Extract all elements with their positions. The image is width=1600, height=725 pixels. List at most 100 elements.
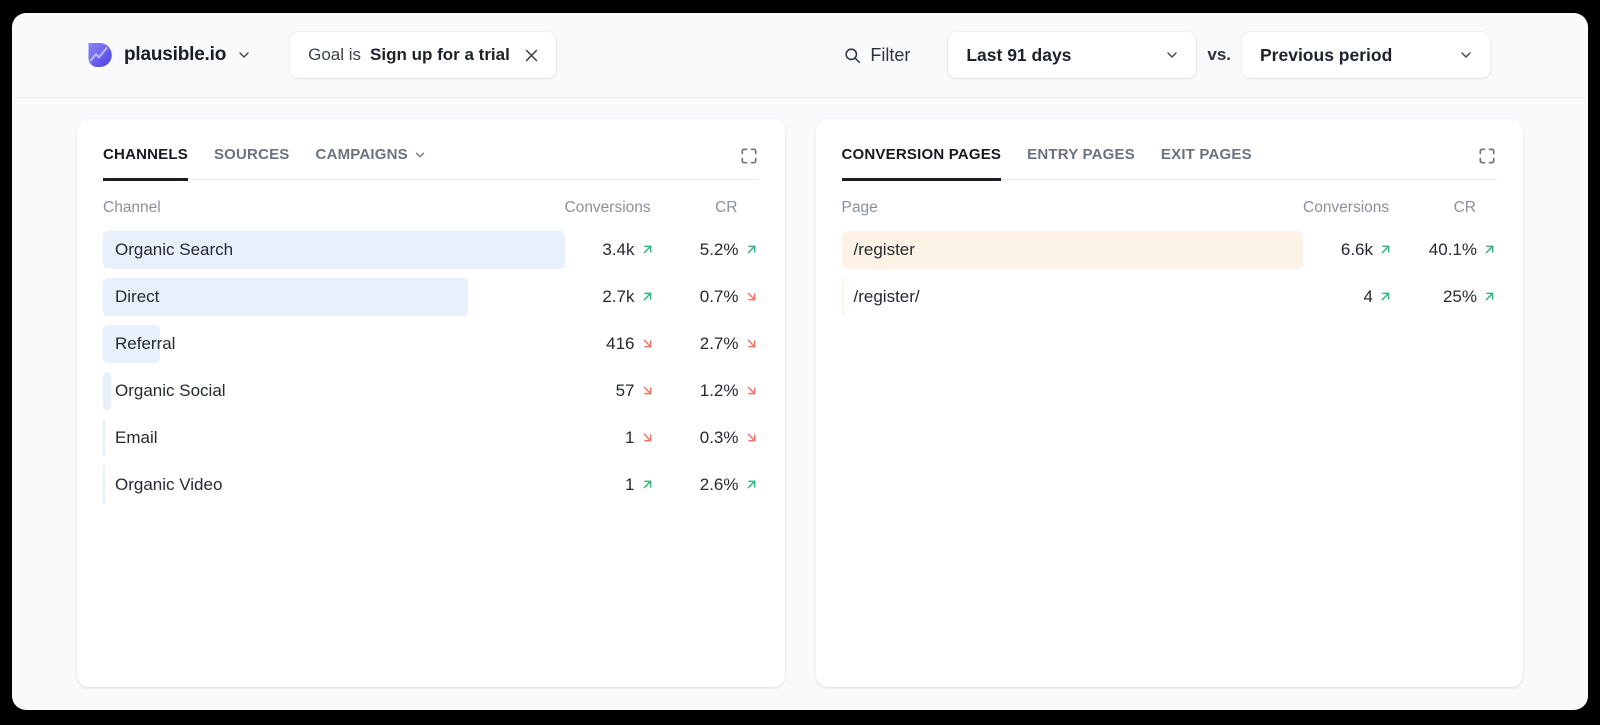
tab-label: CHANNELS <box>103 146 188 163</box>
cr-value-cell: 40.1% <box>1393 240 1497 260</box>
expand-icon <box>1477 146 1497 166</box>
tab-label: EXIT PAGES <box>1161 146 1252 163</box>
expand-button[interactable] <box>739 146 759 166</box>
chevron-down-icon <box>236 47 252 63</box>
row-name-cell: Organic Social <box>103 372 565 410</box>
site-name: plausible.io <box>124 44 226 66</box>
conversions-value: 1 <box>625 428 634 448</box>
column-header-name: Channel <box>103 199 565 217</box>
expand-icon <box>739 146 759 166</box>
dashboard-frame: plausible.io Goal is Sign up for a trial… <box>12 13 1588 710</box>
filter-button[interactable]: Filter <box>843 45 910 66</box>
trend-down-icon <box>640 430 655 445</box>
row-name-cell: Referral <box>103 325 565 363</box>
main-content: CHANNELS SOURCES CAMPAIGNS Channel <box>12 98 1588 687</box>
trend-down-icon <box>744 383 759 398</box>
tab-campaigns[interactable]: CAMPAIGNS <box>316 146 427 181</box>
table-row[interactable]: Organic Video12.6% <box>103 461 759 508</box>
cr-value-cell: 1.2% <box>655 381 759 401</box>
tab-conversion-pages[interactable]: CONVERSION PAGES <box>842 146 1002 181</box>
site-switcher[interactable]: plausible.io <box>84 40 252 70</box>
comparison-select[interactable]: Previous period <box>1242 32 1490 78</box>
row-label[interactable]: Organic Social <box>103 381 226 401</box>
column-header-name: Page <box>842 199 1304 217</box>
column-header-cr: CR <box>1393 199 1497 217</box>
row-label[interactable]: Referral <box>103 334 175 354</box>
trend-up-icon <box>1482 242 1497 257</box>
chevron-down-icon <box>1164 47 1180 63</box>
top-bar: plausible.io Goal is Sign up for a trial… <box>12 13 1588 98</box>
filter-chip-prefix: Goal is <box>308 45 361 65</box>
trend-up-icon <box>744 242 759 257</box>
date-range-select[interactable]: Last 91 days <box>948 32 1196 78</box>
table-row[interactable]: /register/4 25% <box>842 273 1498 320</box>
vs-label: vs. <box>1207 45 1231 65</box>
tab-sources[interactable]: SOURCES <box>214 146 290 181</box>
channels-panel: CHANNELS SOURCES CAMPAIGNS Channel <box>77 119 785 687</box>
cr-value: 0.7% <box>700 287 739 307</box>
trend-up-icon <box>1482 289 1497 304</box>
trend-up-icon <box>744 477 759 492</box>
cr-value-cell: 0.3% <box>655 428 759 448</box>
cr-value: 5.2% <box>700 240 739 260</box>
table-row[interactable]: Organic Search 3.4k 5.2% <box>103 226 759 273</box>
cr-value-cell: 2.7% <box>655 334 759 354</box>
row-name-cell: /register <box>842 231 1304 269</box>
conversions-value-cell: 3.4k <box>565 240 655 260</box>
tab-channels[interactable]: CHANNELS <box>103 146 188 181</box>
goal-filter-chip[interactable]: Goal is Sign up for a trial <box>290 32 556 78</box>
conversions-value-cell: 4 <box>1303 287 1393 307</box>
conversions-value: 2.7k <box>602 287 634 307</box>
close-icon[interactable] <box>523 47 540 64</box>
pages-panel: CONVERSION PAGES ENTRY PAGES EXIT PAGES … <box>816 119 1524 687</box>
trend-up-icon <box>640 289 655 304</box>
cr-value: 40.1% <box>1429 240 1477 260</box>
row-name-cell: Email <box>103 419 565 457</box>
tab-entry-pages[interactable]: ENTRY PAGES <box>1027 146 1135 181</box>
conversions-value: 4 <box>1364 287 1373 307</box>
table-row[interactable]: /register6.6k40.1% <box>842 226 1498 273</box>
plausible-logo-icon <box>84 40 114 70</box>
channels-tabs: CHANNELS SOURCES CAMPAIGNS <box>103 119 759 180</box>
table-row[interactable]: Direct 2.7k 0.7% <box>103 273 759 320</box>
row-label[interactable]: Organic Video <box>103 475 222 495</box>
row-label[interactable]: /register <box>842 240 915 260</box>
channels-table-body: Organic Search 3.4k 5.2% Direct 2.7k 0.7% Refe… <box>103 226 759 508</box>
column-header-cr: CR <box>655 199 759 217</box>
conversions-value-cell: 57 <box>565 381 655 401</box>
filter-chip-value: Sign up for a trial <box>370 45 510 65</box>
cr-value: 2.7% <box>700 334 739 354</box>
tab-exit-pages[interactable]: EXIT PAGES <box>1161 146 1252 181</box>
expand-button[interactable] <box>1477 146 1497 166</box>
trend-down-icon <box>744 289 759 304</box>
conversions-value-cell: 416 <box>565 334 655 354</box>
row-label[interactable]: Direct <box>103 287 159 307</box>
row-label[interactable]: Organic Search <box>103 240 233 260</box>
row-name-cell: /register/ <box>842 278 1304 316</box>
table-row[interactable]: Referral 416 2.7% <box>103 320 759 367</box>
row-name-cell: Organic Video <box>103 466 565 504</box>
row-label[interactable]: Email <box>103 428 158 448</box>
tab-label: CONVERSION PAGES <box>842 146 1002 163</box>
cr-value-cell: 2.6% <box>655 475 759 495</box>
row-label[interactable]: /register/ <box>842 287 920 307</box>
table-row[interactable]: Organic Social 57 1.2% <box>103 367 759 414</box>
cr-value: 1.2% <box>700 381 739 401</box>
trend-down-icon <box>744 430 759 445</box>
pages-tabs: CONVERSION PAGES ENTRY PAGES EXIT PAGES <box>842 119 1498 180</box>
trend-down-icon <box>744 336 759 351</box>
cr-value: 25% <box>1443 287 1477 307</box>
trend-up-icon <box>640 477 655 492</box>
row-name-cell: Organic Search <box>103 231 565 269</box>
cr-value-cell: 25% <box>1393 287 1497 307</box>
channels-column-headers: Channel Conversions CR <box>103 180 759 226</box>
trend-up-icon <box>1378 242 1393 257</box>
column-header-conversions: Conversions <box>1303 199 1393 217</box>
cr-value: 2.6% <box>700 475 739 495</box>
table-row[interactable]: Email 1 0.3% <box>103 414 759 461</box>
cr-value-cell: 5.2% <box>655 240 759 260</box>
date-range-value: Last 91 days <box>966 45 1071 66</box>
chevron-down-icon <box>413 148 427 162</box>
conversions-value: 3.4k <box>602 240 634 260</box>
filter-button-label: Filter <box>870 45 910 66</box>
